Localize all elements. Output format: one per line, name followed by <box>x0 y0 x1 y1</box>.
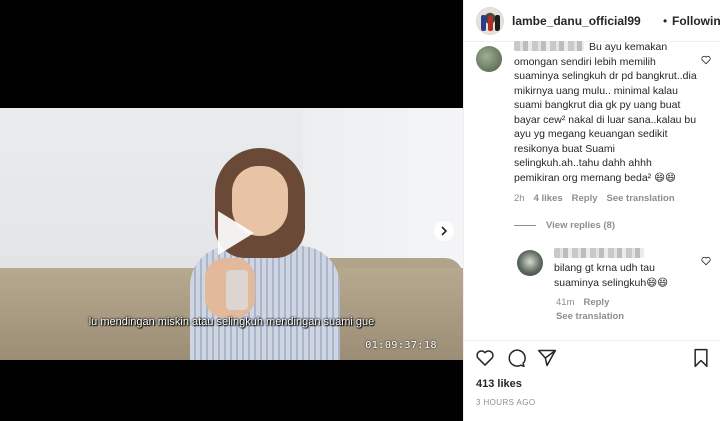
video-subtitle: lu mendingan miskin atau selingkuh mendi… <box>88 316 375 328</box>
comment-meta: 2h 4 likes Reply See translation <box>514 193 684 204</box>
video-player[interactable]: lu mendingan miskin atau selingkuh mendi… <box>0 108 463 360</box>
avatar[interactable] <box>476 7 504 35</box>
comment-age: 2h <box>514 193 525 204</box>
likes-count[interactable]: 413 likes <box>476 378 522 390</box>
comment-text: Bu ayu kemakan omongan sendiri lebih mem… <box>514 41 697 184</box>
view-replies-button[interactable]: View replies (8) <box>514 220 615 231</box>
see-translation-link[interactable]: See translation <box>556 311 624 322</box>
share-icon[interactable] <box>537 348 557 368</box>
separator-dot: • <box>663 14 668 28</box>
comment-text: bilang gt krna udh tau suaminya selingku… <box>554 262 669 289</box>
comment-likes[interactable]: 4 likes <box>534 193 563 204</box>
following-button[interactable]: Following <box>672 14 720 28</box>
reply-button[interactable]: Reply <box>583 297 609 308</box>
commenter-name-redacted <box>554 248 644 258</box>
heart-icon[interactable] <box>701 256 711 266</box>
bookmark-icon[interactable] <box>691 348 711 368</box>
heart-icon[interactable] <box>701 55 711 65</box>
action-bar <box>464 340 720 374</box>
video-timestamp: 01:09:37:18 <box>365 340 437 351</box>
post-username[interactable]: lambe_danu_official99 <box>512 14 641 28</box>
comment-meta: 41m Reply <box>556 297 618 308</box>
play-icon[interactable] <box>204 205 260 261</box>
heart-icon[interactable] <box>475 348 495 368</box>
post-media: lu mendingan miskin atau selingkuh mendi… <box>0 0 463 421</box>
avatar[interactable] <box>476 46 502 72</box>
post-time[interactable]: 3 HOURS AGO <box>476 398 536 407</box>
next-media-button[interactable] <box>434 221 454 241</box>
post-sidebar: lambe_danu_official99 • Following Bu ayu… <box>463 0 720 421</box>
comment-icon[interactable] <box>506 348 526 368</box>
chevron-right-icon <box>441 226 448 236</box>
post-header: lambe_danu_official99 • Following <box>464 0 720 42</box>
avatar[interactable] <box>517 250 543 276</box>
see-translation-link[interactable]: See translation <box>607 193 675 204</box>
comment-age: 41m <box>556 297 575 308</box>
reply-button[interactable]: Reply <box>572 193 598 204</box>
